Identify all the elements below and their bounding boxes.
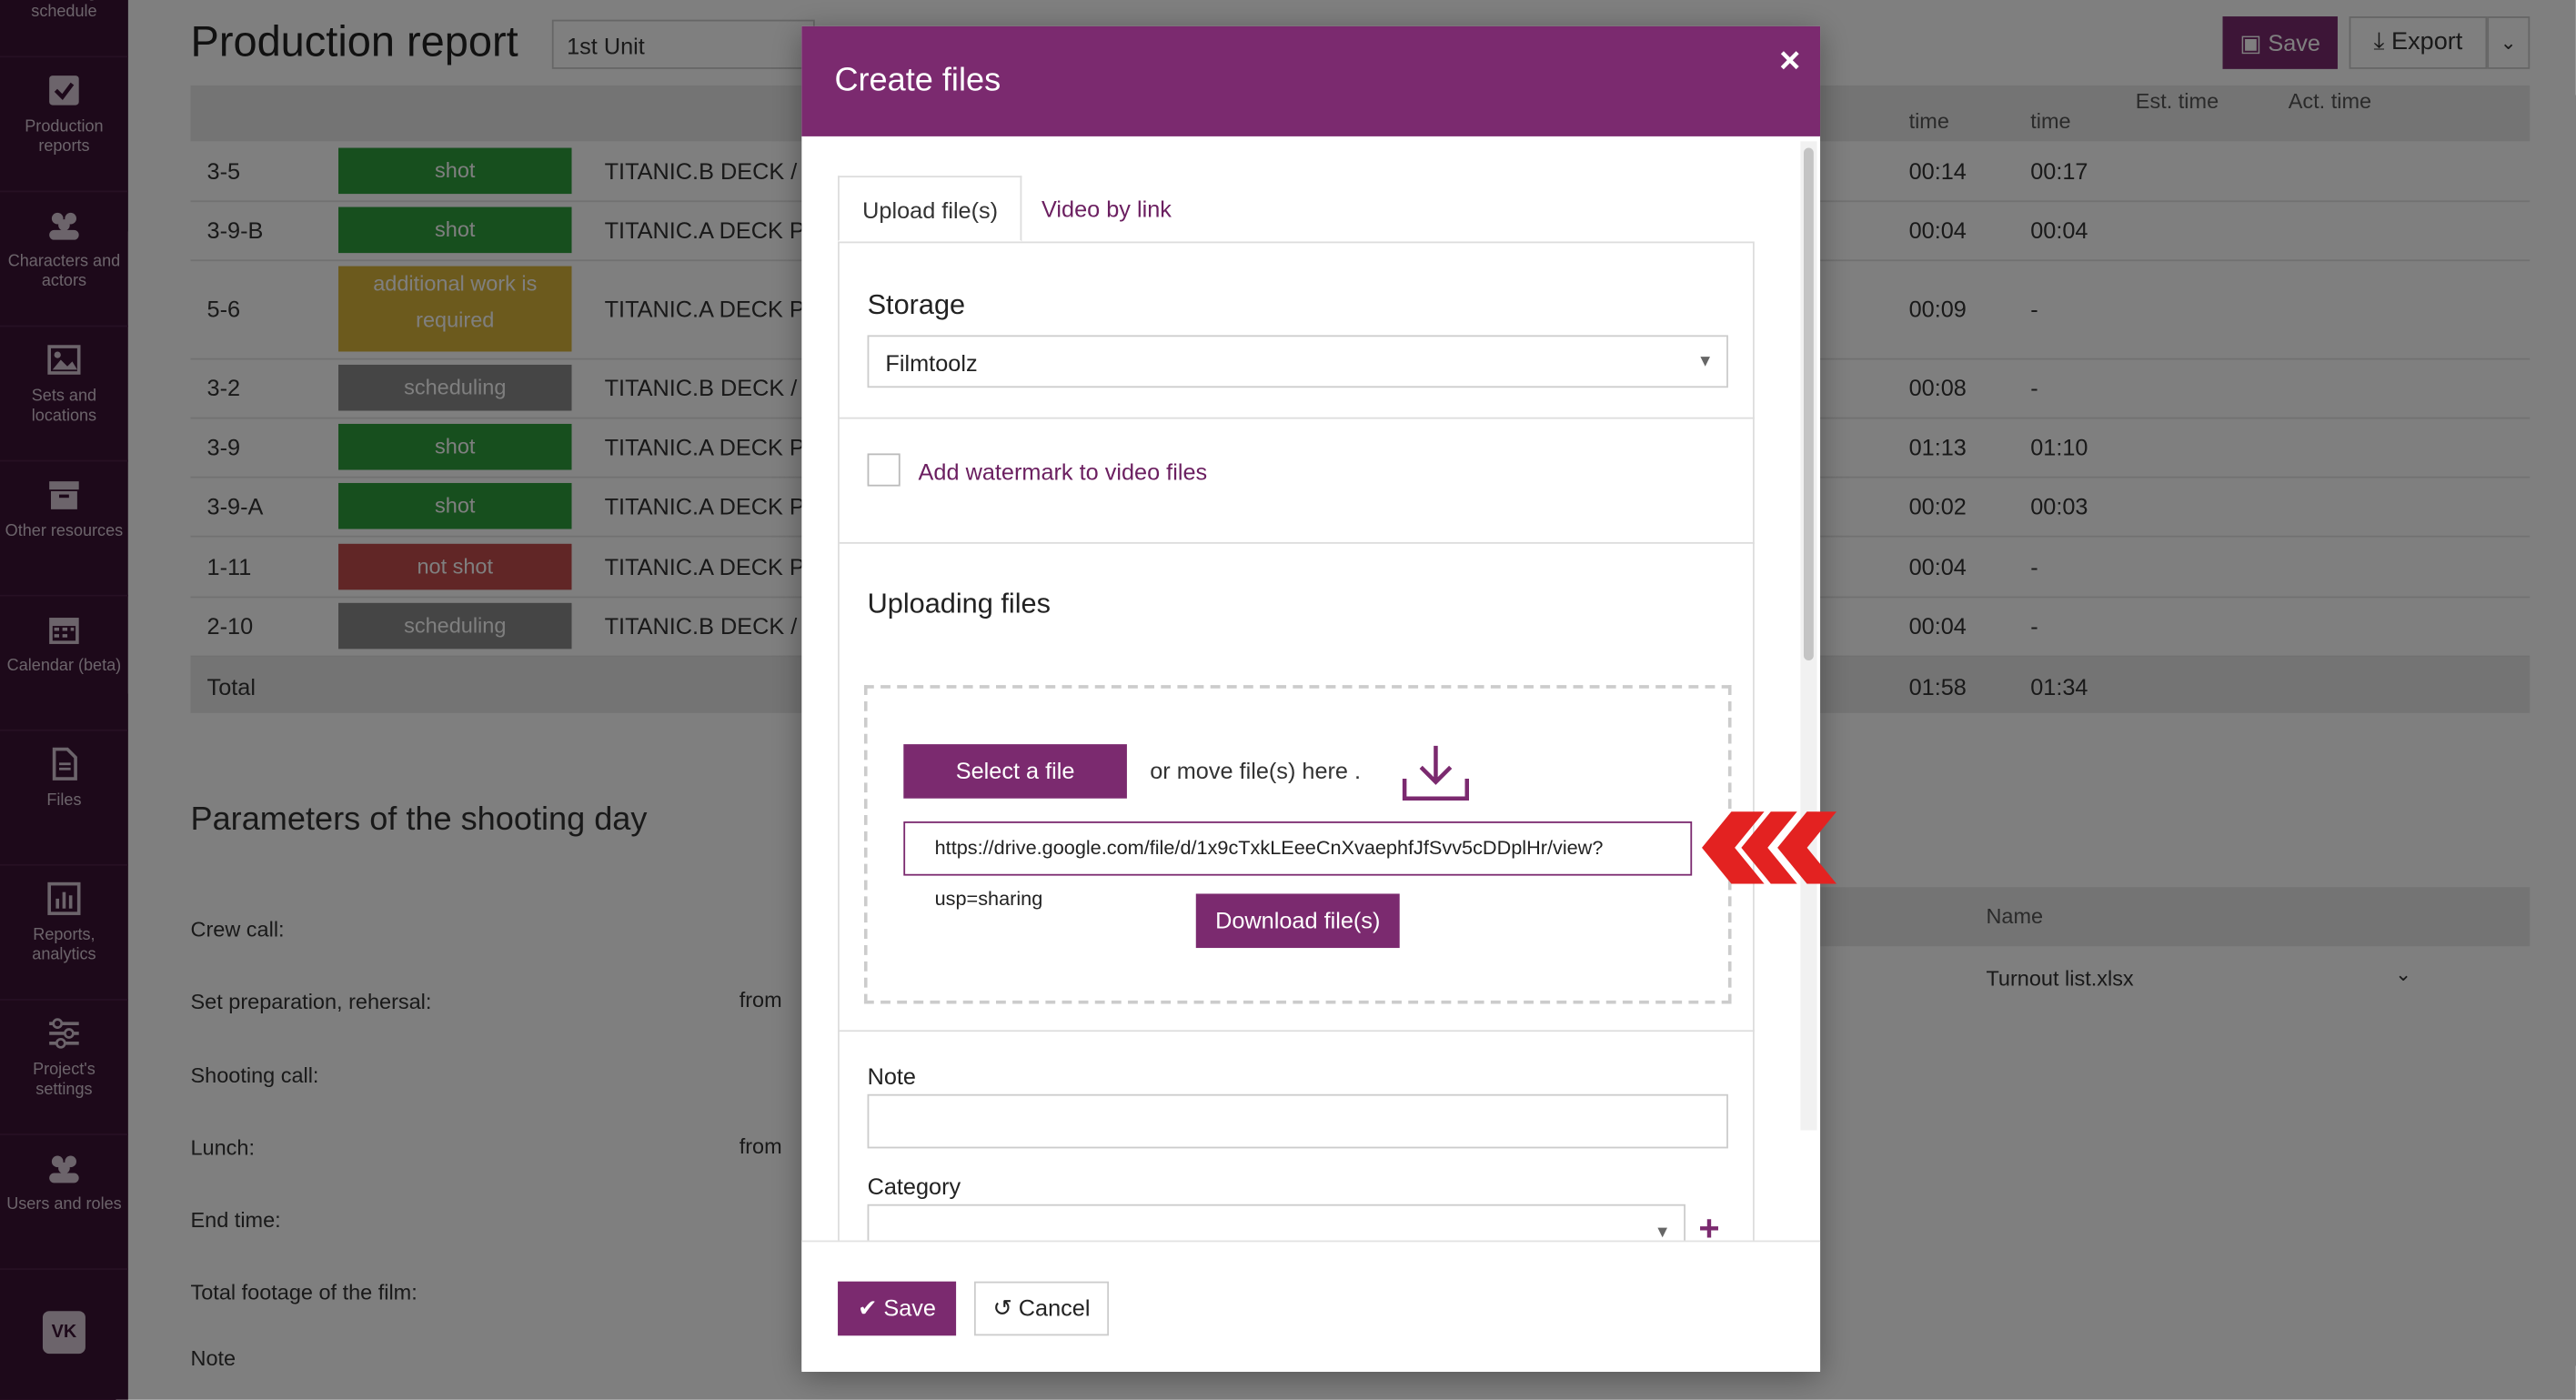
tab-video-by-link[interactable]: Video by link [1019,176,1194,241]
cancel-button[interactable]: ↺ Cancel [974,1282,1109,1336]
modal-header: Create files × [801,26,1820,136]
caret-down-icon: ▼ [1655,1206,1671,1241]
divider [838,1030,1755,1032]
url-input[interactable]: https://drive.google.com/file/d/1x9cTxkL… [903,821,1692,876]
caret-down-icon: ▼ [1697,337,1714,389]
download-files-button[interactable]: Download file(s) [1196,893,1400,948]
close-icon[interactable]: × [1779,39,1800,82]
divider [838,542,1755,544]
storage-title: Storage [868,289,966,322]
modal-title: Create files [834,63,1001,101]
storage-value: Filmtoolz [885,350,977,377]
modal-footer: ✔ Save ↺ Cancel [801,1241,1820,1372]
plus-icon[interactable]: + [1698,1207,1719,1240]
watermark-checkbox[interactable] [868,453,901,486]
note-label: Note [868,1063,916,1089]
modal-body: Upload file(s) Video by link Storage Fil… [801,136,1820,1241]
watermark-label[interactable]: Add watermark to video files [919,458,1208,485]
cancel-label: Cancel [1019,1294,1091,1321]
divider [838,418,1755,419]
tab-upload-files[interactable]: Upload file(s) [838,176,1022,241]
save-label: Save [883,1294,936,1321]
uploading-title: Uploading files [868,589,1051,621]
select-file-button[interactable]: Select a file [903,744,1127,799]
storage-select[interactable]: Filmtoolz ▼ [868,335,1728,388]
check-icon: ✔ [858,1294,877,1321]
note-input[interactable] [868,1094,1728,1149]
create-files-modal: Create files × Upload file(s) Video by l… [801,26,1820,1370]
save-button[interactable]: ✔ Save [838,1282,956,1336]
undo-icon: ↺ [993,1294,1012,1321]
red-arrow-icon [1698,811,1843,883]
or-move-text: or move file(s) here . [1150,758,1361,784]
modal-scrollbar[interactable] [1800,141,1816,1130]
category-label: Category [868,1173,961,1199]
scroll-thumb[interactable] [1804,148,1814,660]
download-icon [1400,742,1472,805]
category-select[interactable]: ▼ [868,1204,1685,1241]
